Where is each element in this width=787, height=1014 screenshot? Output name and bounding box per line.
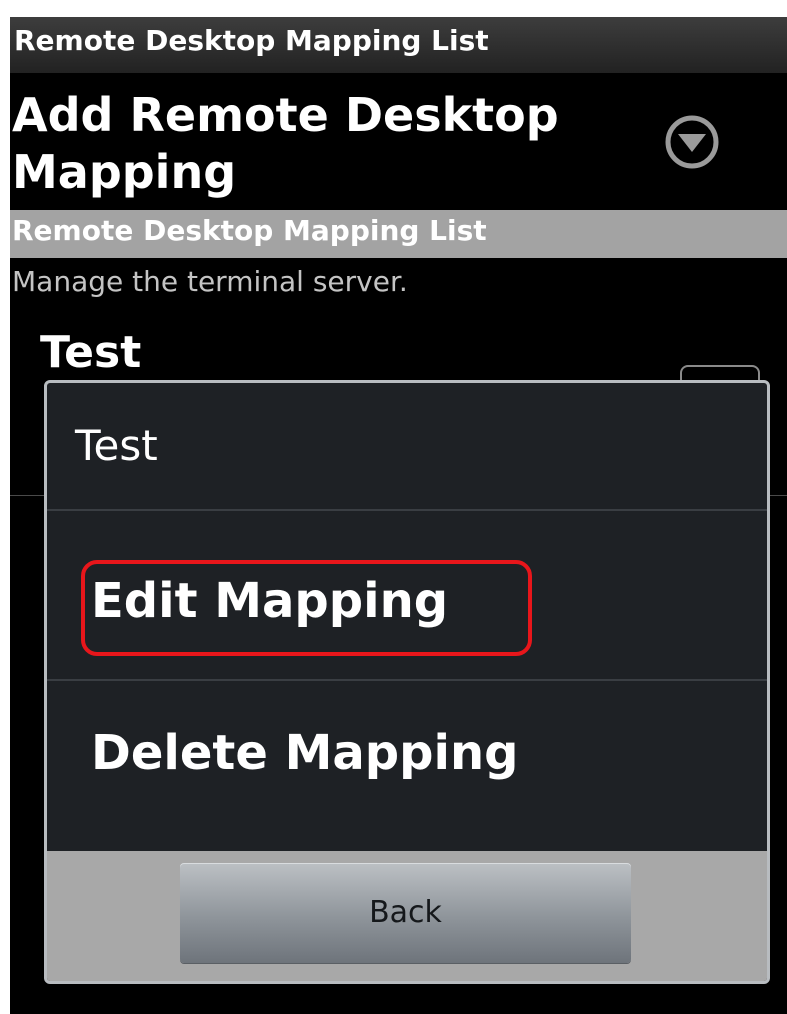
phone-screen: Remote Desktop Mapping List Add Remote D… <box>10 17 787 1014</box>
dropdown-arrow-icon <box>665 115 719 169</box>
dialog-title: Test <box>75 421 158 470</box>
title-bar: Remote Desktop Mapping List <box>10 17 787 73</box>
highlight-box <box>81 560 532 656</box>
section-header-title: Remote Desktop Mapping List <box>12 214 487 247</box>
context-menu-dialog: Test Edit Mapping Delete Mapping Back <box>44 380 770 984</box>
add-mapping-title: Add Remote Desktop Mapping <box>12 88 559 199</box>
section-summary: Manage the terminal server. <box>12 265 408 298</box>
dialog-button-bar: Back <box>47 851 767 981</box>
list-item-title: Test <box>40 327 142 378</box>
delete-mapping-label: Delete Mapping <box>91 725 519 781</box>
delete-mapping-menu-item[interactable]: Delete Mapping <box>47 681 767 849</box>
add-mapping-preference[interactable]: Add Remote Desktop Mapping <box>10 73 787 210</box>
section-header: Remote Desktop Mapping List <box>10 210 787 258</box>
app-title: Remote Desktop Mapping List <box>14 24 489 57</box>
back-button[interactable]: Back <box>180 863 631 963</box>
back-button-label: Back <box>369 895 442 930</box>
